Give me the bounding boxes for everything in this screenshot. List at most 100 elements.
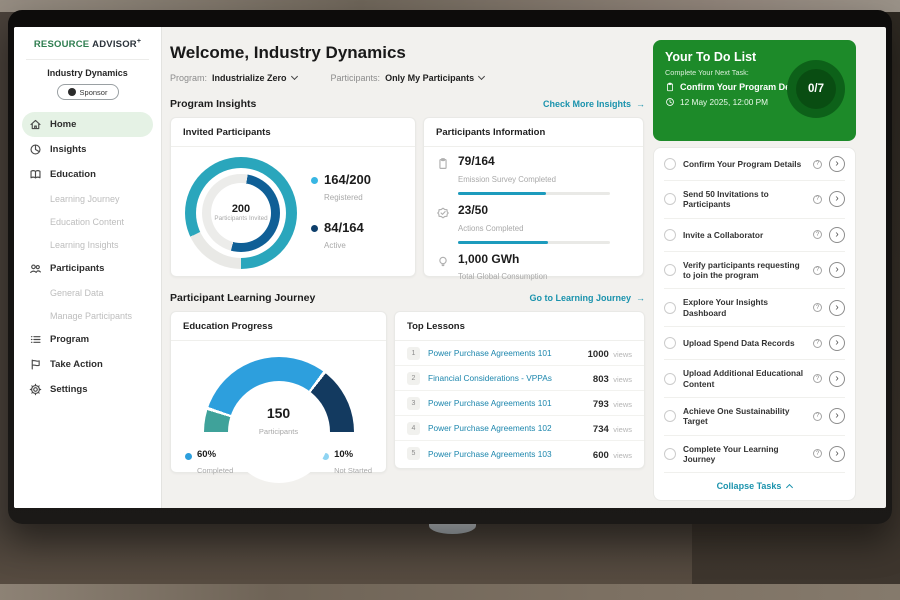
bulb-icon <box>436 255 450 269</box>
task-chevron-button[interactable]: › <box>829 371 845 387</box>
help-icon[interactable]: ? <box>813 374 822 383</box>
lesson-link[interactable]: Power Purchase Agreements 101 <box>428 398 585 408</box>
sidebar-subitem-label: Learning Insights <box>50 240 119 250</box>
sidebar-item-learning-journey[interactable]: Learning Journey <box>14 187 161 210</box>
help-icon[interactable]: ? <box>813 266 822 275</box>
lesson-link[interactable]: Power Purchase Agreements 102 <box>428 423 585 433</box>
task-label: Confirm Your Program Details <box>683 159 806 169</box>
help-icon[interactable]: ? <box>813 195 822 204</box>
task-checkbox[interactable] <box>664 302 676 314</box>
sidebar-item-manage-participants[interactable]: Manage Participants <box>14 304 161 327</box>
org-name: Industry Dynamics <box>14 68 161 78</box>
chevron-down-icon <box>290 73 297 80</box>
legend-label: Registered <box>324 193 363 202</box>
sidebar-item-learning-insights[interactable]: Learning Insights <box>14 233 161 256</box>
lesson-row: 1 Power Purchase Agreements 101 1000 vie… <box>395 341 644 366</box>
program-label: Program: <box>170 73 207 83</box>
help-icon[interactable]: ? <box>813 160 822 169</box>
lesson-link[interactable]: Power Purchase Agreements 101 <box>428 348 580 358</box>
stat-value: 79/164 <box>458 155 610 169</box>
task-checkbox[interactable] <box>664 193 676 205</box>
sidebar-subitem-label: Education Content <box>50 217 124 227</box>
sidebar-item-home[interactable]: Home <box>22 112 153 137</box>
invited-donut-chart: 200 Participants Invited <box>185 157 297 269</box>
task-checkbox[interactable] <box>664 229 676 241</box>
lesson-link[interactable]: Power Purchase Agreements 103 <box>428 449 585 459</box>
participants-dropdown[interactable]: Participants: Only My Participants <box>331 73 485 83</box>
go-to-learning-journey-link[interactable]: Go to Learning Journey → <box>529 293 645 303</box>
task-row[interactable]: Send 50 Invitations to Participants ? › <box>664 181 845 219</box>
lesson-link[interactable]: Financial Considerations - VPPAs <box>428 373 585 383</box>
card-title: Top Lessons <box>395 312 644 341</box>
task-chevron-button[interactable]: › <box>829 262 845 278</box>
program-dropdown[interactable]: Program: Industrialize Zero <box>170 73 297 83</box>
help-icon[interactable]: ? <box>813 303 822 312</box>
task-chevron-button[interactable]: › <box>829 191 845 207</box>
task-row[interactable]: Upload Spend Data Records ? › <box>664 327 845 360</box>
task-row[interactable]: Verify participants requesting to join t… <box>664 252 845 290</box>
task-checkbox[interactable] <box>664 158 676 170</box>
education-progress-card: Education Progress 150 Participants 60% <box>170 311 387 473</box>
help-icon[interactable]: ? <box>813 230 822 239</box>
task-row[interactable]: Invite a Collaborator ? › <box>664 219 845 252</box>
task-row[interactable]: Confirm Your Program Details ? › <box>664 148 845 181</box>
sidebar-item-settings[interactable]: Settings <box>22 377 153 402</box>
stat-value: 23/50 <box>458 204 610 218</box>
help-icon[interactable]: ? <box>813 339 822 348</box>
chevron-right-icon: › <box>835 229 838 240</box>
gauge-center-label: Participants <box>259 427 298 436</box>
task-checkbox[interactable] <box>664 264 676 276</box>
link-label: Check More Insights <box>543 99 631 109</box>
help-icon[interactable]: ? <box>813 412 822 421</box>
sidebar-item-insights[interactable]: Insights <box>22 137 153 162</box>
task-checkbox[interactable] <box>664 448 676 460</box>
sidebar-item-general-data[interactable]: General Data <box>14 281 161 304</box>
collapse-tasks-link[interactable]: Collapse Tasks <box>664 473 845 500</box>
task-chevron-button[interactable]: › <box>829 335 845 351</box>
invited-participants-card: Invited Participants 200 Participants In… <box>170 117 416 277</box>
views-count: 734 <box>593 424 609 435</box>
logo-advisor: ADVISOR+ <box>92 39 141 50</box>
task-chevron-button[interactable]: › <box>829 227 845 243</box>
chevron-up-icon <box>786 484 793 491</box>
task-label: Invite a Collaborator <box>683 230 806 240</box>
sidebar-item-education-content[interactable]: Education Content <box>14 210 161 233</box>
lesson-row: 3 Power Purchase Agreements 101 793 view… <box>395 391 644 416</box>
invited-card-body: 200 Participants Invited 164/200 Registe… <box>171 147 415 269</box>
home-icon <box>29 118 42 131</box>
task-row[interactable]: Complete Your Learning Journey ? › <box>664 436 845 474</box>
sidebar-item-participants[interactable]: Participants <box>22 256 153 281</box>
check-more-insights-link[interactable]: Check More Insights → <box>543 99 645 109</box>
task-label: Upload Spend Data Records <box>683 338 806 348</box>
sidebar-item-label: Take Action <box>50 359 103 370</box>
sidebar-item-program[interactable]: Program <box>22 327 153 352</box>
task-chevron-button[interactable]: › <box>829 408 845 424</box>
stat-actions-completed: 23/50 Actions Completed <box>436 204 629 244</box>
task-checkbox[interactable] <box>664 337 676 349</box>
clock-icon <box>665 97 675 107</box>
views-suffix: views <box>613 451 632 460</box>
app-logo: RESOURCE ADVISOR+ <box>14 27 161 50</box>
due-label: 12 May 2025, 12:00 PM <box>680 97 768 107</box>
sidebar-item-education[interactable]: Education <box>22 162 153 187</box>
task-chevron-button[interactable]: › <box>829 300 845 316</box>
task-checkbox[interactable] <box>664 410 676 422</box>
task-chevron-button[interactable]: › <box>829 446 845 462</box>
sidebar-item-label: Home <box>50 119 76 130</box>
lesson-row: 2 Financial Considerations - VPPAs 803 v… <box>395 366 644 391</box>
section-title: Participant Learning Journey <box>170 292 315 304</box>
participants-label: Participants: <box>331 73 381 83</box>
task-chevron-button[interactable]: › <box>829 156 845 172</box>
insights-icon <box>29 143 42 156</box>
task-checkbox[interactable] <box>664 373 676 385</box>
task-row[interactable]: Achieve One Sustainability Target ? › <box>664 398 845 436</box>
task-row[interactable]: Upload Additional Educational Content ? … <box>664 360 845 398</box>
chevron-right-icon: › <box>835 264 838 275</box>
task-label: Upload Additional Educational Content <box>683 368 806 389</box>
sponsor-badge[interactable]: Sponsor <box>57 84 119 100</box>
clipboard-icon <box>436 157 450 171</box>
chevron-right-icon: › <box>835 448 838 459</box>
task-row[interactable]: Explore Your Insights Dashboard ? › <box>664 289 845 327</box>
sidebar-item-take-action[interactable]: Take Action <box>22 352 153 377</box>
help-icon[interactable]: ? <box>813 449 822 458</box>
